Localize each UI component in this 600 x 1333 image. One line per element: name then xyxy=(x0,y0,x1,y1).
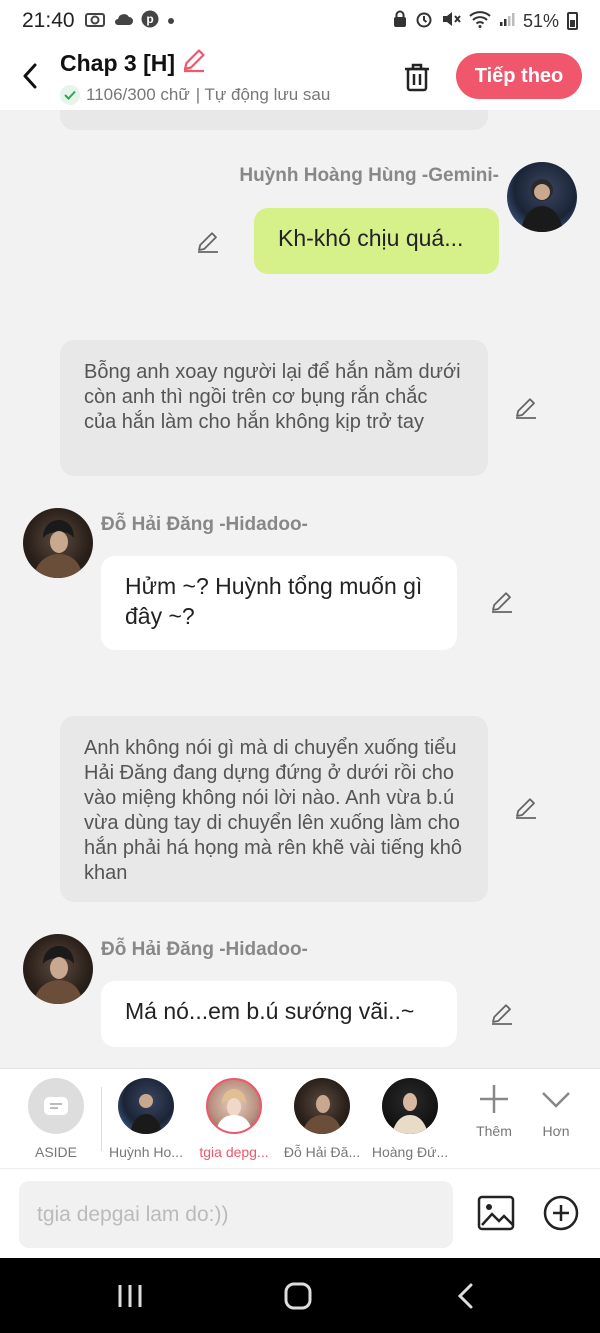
battery-icon xyxy=(567,12,578,30)
add-character-button[interactable]: Thêm xyxy=(464,1083,524,1139)
nav-back-button[interactable] xyxy=(446,1280,486,1312)
battery-text: 51% xyxy=(522,10,559,31)
status-bar: 21:40 p 51% xyxy=(0,0,600,42)
avatar-author xyxy=(206,1078,262,1134)
message-input[interactable]: tgia depgai lam do:)) xyxy=(19,1181,453,1248)
sender-name: Huỳnh Hoàng Hùng -Gemini- xyxy=(239,165,499,186)
recent-apps-icon xyxy=(118,1285,142,1307)
android-nav-bar xyxy=(0,1258,600,1333)
insert-image-button[interactable] xyxy=(476,1193,516,1233)
dot-icon xyxy=(167,12,175,30)
check-icon xyxy=(60,85,80,105)
avatar-hoang xyxy=(382,1078,438,1134)
character-aside[interactable]: ASIDE xyxy=(16,1078,96,1160)
delete-button[interactable] xyxy=(396,56,438,98)
avatar-dang xyxy=(294,1078,350,1134)
cloud-icon xyxy=(113,12,133,31)
narration-bubble[interactable]: Bỗng anh xoay người lại để hắn nằm dưới … xyxy=(60,340,488,476)
message-bubble-other[interactable]: Má nó...em b.ú sướng vãi..~ xyxy=(101,981,457,1047)
status-time: 21:40 xyxy=(22,9,75,32)
autosave-status: | Tự động lưu sau xyxy=(195,85,331,104)
mute-icon xyxy=(441,10,461,33)
chevron-left-icon xyxy=(23,63,37,89)
recent-apps-button[interactable] xyxy=(110,1280,150,1312)
chapter-title: Chap 3 [H] xyxy=(60,49,175,76)
character-dang[interactable]: Đỗ Hải Đă... xyxy=(282,1078,362,1160)
system-icons: 51% xyxy=(393,10,578,33)
editor-header: Chap 3 [H] 1106/300 chữ | Tự động lưu sa… xyxy=(0,42,600,110)
input-bar: tgia depgai lam do:)) xyxy=(0,1168,600,1258)
word-count: 1106/300 chữ xyxy=(86,85,190,104)
character-author[interactable]: tgia depg... xyxy=(194,1078,274,1160)
character-hung[interactable]: Huỳnh Ho... xyxy=(106,1078,186,1160)
narration-bubble[interactable]: Anh không nói gì mà di chuyển xuống tiểu… xyxy=(60,716,488,902)
plus-icon xyxy=(480,1085,508,1113)
image-icon xyxy=(477,1195,515,1231)
avatar-hung xyxy=(118,1078,174,1134)
camera-icon xyxy=(84,11,105,32)
avatar-dang[interactable] xyxy=(23,508,93,578)
home-icon xyxy=(284,1282,312,1310)
pencil-icon[interactable] xyxy=(181,47,207,79)
pinterest-icon: p xyxy=(141,10,159,33)
character-label: tgia depg... xyxy=(199,1144,269,1160)
svg-text:p: p xyxy=(146,12,153,26)
divider xyxy=(101,1087,102,1151)
less-label: Hơn xyxy=(542,1123,570,1139)
aside-icon xyxy=(28,1078,84,1134)
next-button[interactable]: Tiếp theo xyxy=(456,53,582,99)
signal-icon xyxy=(499,11,515,32)
back-arrow-icon xyxy=(457,1283,473,1309)
wifi-icon xyxy=(469,10,491,33)
lock-icon xyxy=(393,10,407,33)
back-button[interactable] xyxy=(0,42,60,110)
edit-icon[interactable] xyxy=(194,228,222,256)
more-label: Thêm xyxy=(476,1123,512,1139)
trash-icon xyxy=(405,63,429,92)
add-button[interactable] xyxy=(542,1194,580,1232)
character-hoang[interactable]: Hoàng Đứ... xyxy=(370,1078,450,1160)
character-label: Hoàng Đứ... xyxy=(371,1144,449,1160)
plus-circle-icon xyxy=(543,1195,579,1231)
chat-area[interactable]: Huỳnh Hoàng Hùng -Gemini- Kh-khó chịu qu… xyxy=(0,110,600,1068)
alarm-icon xyxy=(415,10,433,33)
character-selector: ASIDE Huỳnh Ho... tgia depg... Đỗ Hải Đă… xyxy=(0,1068,600,1168)
notification-icons: p xyxy=(84,10,175,33)
message-bubble-other[interactable]: Hửm ~? Huỳnh tổng muốn gì đây ~? xyxy=(101,556,457,650)
sender-name: Đỗ Hải Đăng -Hidadoo- xyxy=(101,939,308,960)
narration-bubble-partial[interactable] xyxy=(60,110,488,130)
avatar-hung[interactable] xyxy=(507,162,577,232)
character-label: ASIDE xyxy=(34,1144,77,1160)
sender-name: Đỗ Hải Đăng -Hidadoo- xyxy=(101,514,308,535)
edit-icon[interactable] xyxy=(512,394,540,422)
title-block: Chap 3 [H] 1106/300 chữ | Tự động lưu sa… xyxy=(60,47,370,105)
chevron-down-icon xyxy=(542,1092,570,1108)
chapter-title-row[interactable]: Chap 3 [H] xyxy=(60,47,370,79)
save-status-row: 1106/300 chữ | Tự động lưu sau xyxy=(60,85,370,105)
message-bubble-me[interactable]: Kh-khó chịu quá... xyxy=(254,208,499,274)
edit-icon[interactable] xyxy=(488,1000,516,1028)
edit-icon[interactable] xyxy=(512,794,540,822)
edit-icon[interactable] xyxy=(488,588,516,616)
character-label: Huỳnh Ho... xyxy=(109,1144,183,1160)
home-button[interactable] xyxy=(278,1280,318,1312)
character-label: Đỗ Hải Đă... xyxy=(283,1144,361,1160)
expand-button[interactable]: Hơn xyxy=(526,1083,586,1139)
avatar-dang[interactable] xyxy=(23,934,93,1004)
